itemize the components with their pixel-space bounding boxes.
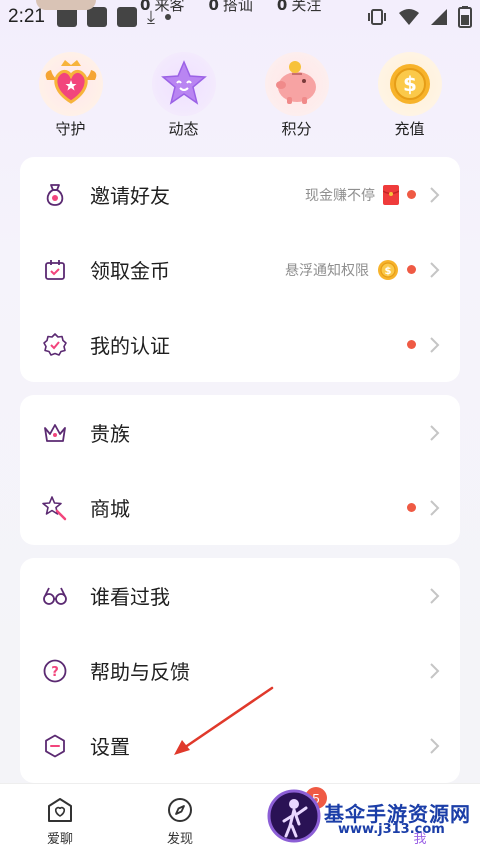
quick-action-label: 守护 <box>55 120 86 138</box>
tab-label: 爱聊 <box>46 832 73 847</box>
quick-action-recharge[interactable]: $ 充值 <box>365 52 455 142</box>
crown-icon <box>42 420 68 446</box>
quick-action-label: 积分 <box>281 120 312 138</box>
menu-card-store: 贵族 商城 <box>20 395 460 545</box>
menu-item-nobility[interactable]: 贵族 <box>20 395 460 470</box>
status-bar: 0 来客 0 搭讪 0 关注 2:21 ⤓ <box>0 0 480 34</box>
coin-icon: $ <box>378 259 398 280</box>
piggy-bank-icon <box>264 52 329 116</box>
menu-item-who-viewed-me[interactable]: 谁看过我 <box>20 558 460 633</box>
menu-item-meta <box>428 661 442 681</box>
menu-item-mall[interactable]: 商城 <box>20 470 460 545</box>
menu-item-label: 帮助与反馈 <box>90 660 190 684</box>
signal-icon <box>431 9 447 25</box>
menu-item-claim-coins[interactable]: 领取金币 悬浮通知权限 $ <box>20 232 460 307</box>
system-icons <box>366 6 472 28</box>
star-face-icon <box>151 52 216 116</box>
menu-item-label: 商城 <box>90 497 130 521</box>
chevron-right-icon <box>430 424 440 441</box>
red-envelope-icon <box>383 184 399 205</box>
wifi-icon <box>399 9 419 25</box>
svg-text:$: $ <box>403 72 417 96</box>
gold-coin-icon: $ <box>377 52 442 116</box>
quick-action-label: 动态 <box>168 120 199 138</box>
menu-item-verification[interactable]: 我的认证 <box>20 307 460 382</box>
menu-item-meta: 现金赚不停 <box>305 184 442 205</box>
stat-visitors[interactable]: 0 来客 <box>140 0 184 15</box>
quick-actions: 守护 动态 积分 $ 充值 <box>0 52 480 142</box>
red-dot-indicator <box>407 503 416 512</box>
tab-chat[interactable]: 爱聊 <box>0 784 120 853</box>
magic-wand-icon <box>42 495 68 521</box>
chevron-right-icon <box>430 662 440 679</box>
menu-item-meta <box>428 736 442 756</box>
chevron-right-icon <box>430 587 440 604</box>
red-dot-indicator <box>407 340 416 349</box>
tab-label: 发现 <box>166 832 193 847</box>
annotation-arrow <box>174 686 274 755</box>
guardian-heart-icon <box>38 52 103 116</box>
profile-stats: 0 来客 0 搭讪 0 关注 <box>140 0 321 15</box>
mail-notification-icon <box>56 7 77 27</box>
menu-item-hint: 悬浮通知权限 <box>285 262 369 279</box>
menu-item-meta <box>399 498 442 518</box>
menu-item-label: 设置 <box>90 735 130 759</box>
menu-item-hint: 现金赚不停 <box>305 187 375 204</box>
quick-action-points[interactable]: 积分 <box>252 52 342 142</box>
menu-item-meta: 悬浮通知权限 $ <box>285 259 442 281</box>
menu-item-label: 贵族 <box>90 422 130 446</box>
svg-text:$: $ <box>385 266 392 277</box>
menu-item-meta <box>428 586 442 606</box>
compass-icon <box>168 798 192 822</box>
heart-chat-icon <box>48 798 72 822</box>
tab-discover[interactable]: 发现 <box>120 784 240 853</box>
stat-greetings[interactable]: 0 搭讪 <box>208 0 252 15</box>
watermark-url: www.j313.com <box>338 822 445 837</box>
svg-text:?: ? <box>51 665 59 680</box>
menu-item-label: 领取金币 <box>90 259 170 283</box>
settings-icon <box>42 733 68 759</box>
menu-card-rewards: 邀请好友 现金赚不停 领取金币 悬浮通知权限 $ 我的认证 <box>20 157 460 382</box>
watermark-logo <box>267 789 321 843</box>
chevron-right-icon <box>430 737 440 754</box>
chevron-right-icon <box>430 186 440 203</box>
menu-item-label: 邀请好友 <box>90 184 170 208</box>
menu-item-label: 我的认证 <box>90 334 170 358</box>
red-dot-indicator <box>407 190 416 199</box>
vibrate-icon <box>368 9 386 25</box>
quick-action-guardian[interactable]: 守护 <box>26 52 116 142</box>
app-notification-icon <box>116 7 137 27</box>
quick-action-moments[interactable]: 动态 <box>139 52 229 142</box>
chevron-right-icon <box>430 499 440 516</box>
avatar[interactable] <box>36 0 96 10</box>
money-bag-icon <box>42 182 68 208</box>
menu-item-meta <box>399 335 442 355</box>
menu-item-meta <box>428 423 442 443</box>
glasses-icon <box>42 583 68 609</box>
stat-following[interactable]: 0 关注 <box>277 0 321 15</box>
verified-badge-icon <box>42 332 68 358</box>
watermark: 基伞手游资源网 www.j313.com <box>266 788 480 846</box>
battery-icon <box>458 6 472 28</box>
menu-item-invite-friends[interactable]: 邀请好友 现金赚不停 <box>20 157 460 232</box>
status-time: 2:21 <box>8 6 45 27</box>
chevron-right-icon <box>430 261 440 278</box>
quick-action-label: 充值 <box>394 120 425 138</box>
help-icon: ? <box>42 658 68 684</box>
calendar-icon <box>42 257 68 283</box>
red-dot-indicator <box>407 265 416 274</box>
menu-item-label: 谁看过我 <box>90 585 170 609</box>
app-notification-icon <box>86 7 107 27</box>
chevron-right-icon <box>430 336 440 353</box>
